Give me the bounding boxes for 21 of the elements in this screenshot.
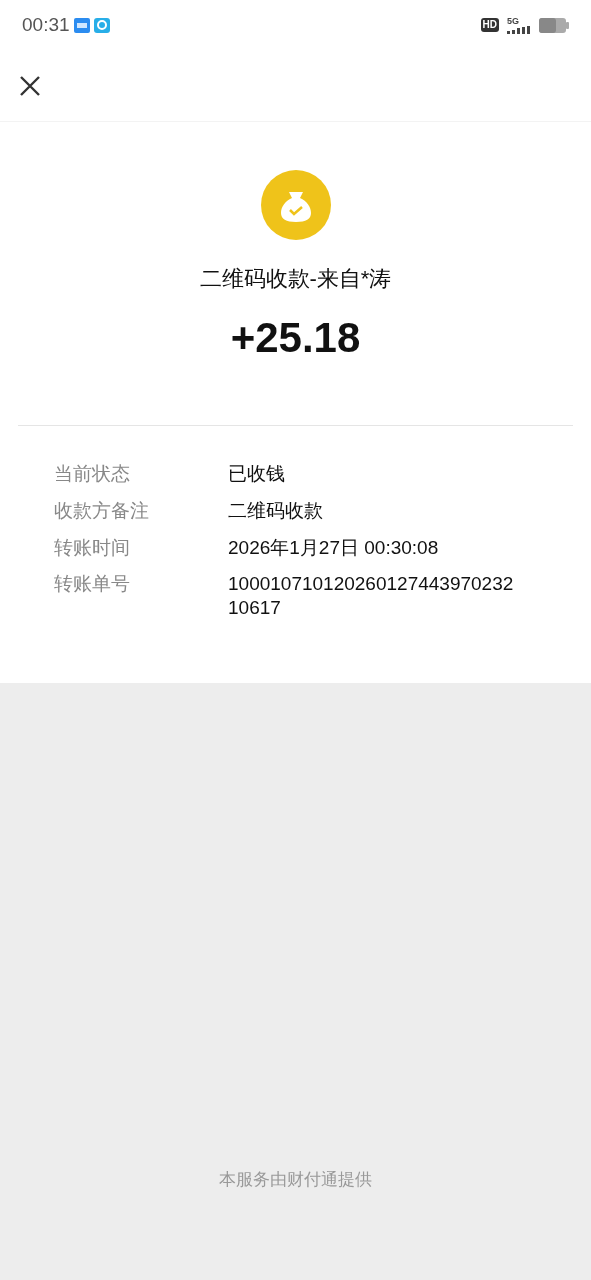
- detail-value: 10001071012026012744397023210617: [228, 572, 515, 620]
- detail-label: 当前状态: [54, 462, 131, 486]
- detail-label: 转账单号: [54, 572, 131, 597]
- amount: +25.18: [230, 317, 361, 359]
- payment-title: 二维码收款-来自*涛: [199, 265, 392, 293]
- detail-value: 二维码收款: [228, 498, 324, 523]
- close-icon: [18, 73, 42, 98]
- signal-icon: [507, 25, 531, 34]
- detail-label: 收款方备注: [54, 498, 150, 523]
- app-icon: [73, 17, 90, 33]
- network-label: 5G: [507, 16, 519, 26]
- status-time: 00:31: [22, 12, 70, 37]
- footer-note: 本服务由财付通提供: [218, 1169, 373, 1191]
- hd-badge: HD: [480, 18, 499, 32]
- app-icon: [93, 17, 110, 33]
- detail-value: 2026年1月27日 00:30:08: [228, 535, 440, 560]
- detail-label: 转账时间: [54, 535, 131, 560]
- money-bag-icon: [260, 170, 331, 240]
- close-button[interactable]: [18, 73, 42, 98]
- detail-value: 已收钱: [228, 462, 286, 486]
- battery-icon: [539, 17, 569, 33]
